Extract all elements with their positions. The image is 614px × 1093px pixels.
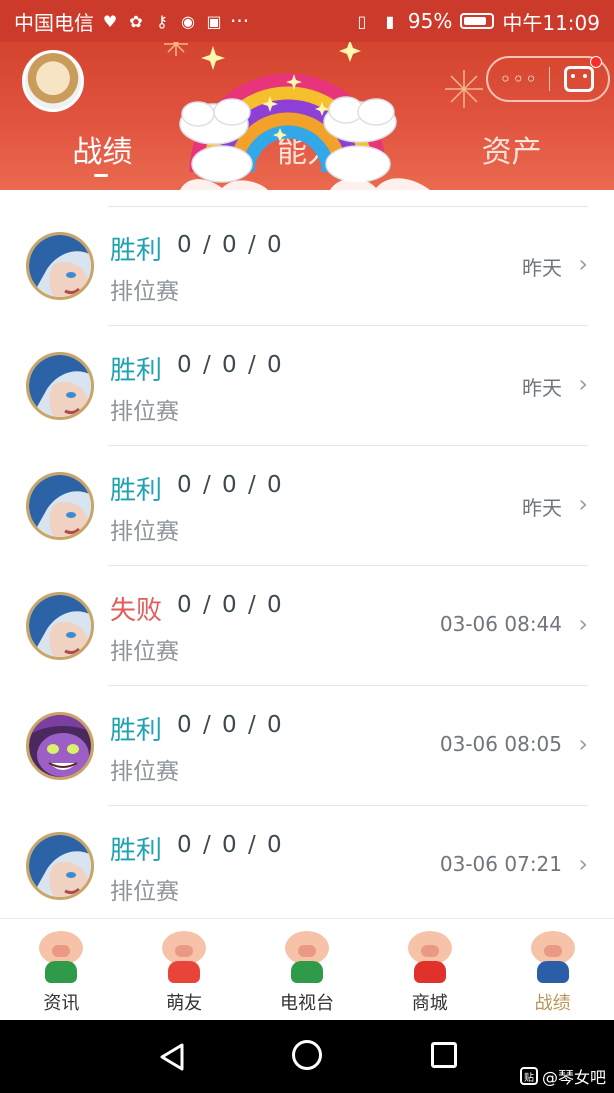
match-kda: 0 / 0 / 0 [177,592,284,618]
battery-icon [460,13,495,29]
match-row[interactable]: 胜利 0 / 0 / 0 排位赛 03-06 08:05 › [0,686,614,806]
more-notifications-icon: ··· [230,9,250,33]
health-heart-icon: ♥ [102,11,118,31]
chevron-right-icon: › [578,730,588,758]
match-time: 昨天 [522,496,562,520]
match-row[interactable]: 胜利 0 / 0 / 0 排位赛 昨天 › [0,206,614,326]
match-result: 胜利 [110,836,163,866]
pig-shop-icon [402,929,458,985]
chevron-right-icon: › [578,490,588,518]
tieba-logo-icon: 贴 [520,1067,538,1085]
nav-label: 商城 [411,993,448,1014]
match-row[interactable]: 胜利 0 / 0 / 0 排位赛 昨天 › [0,446,614,566]
hero-avatar [26,712,94,780]
watermark-text: @琴女吧 [542,1068,607,1087]
match-result: 胜利 [110,716,163,746]
nav-label: 战绩 [534,993,571,1014]
chevron-right-icon: › [578,850,588,878]
nav-friends[interactable]: 萌友 [123,919,246,1020]
nav-label: 萌友 [166,993,203,1014]
signal-icon: ▮ [385,11,395,31]
nav-tv[interactable]: 电视台 [246,919,369,1020]
battery-percent: 95% [407,9,453,33]
match-time: 昨天 [522,376,562,400]
nav-shop[interactable]: 商城 [368,919,491,1020]
match-mode: 排位赛 [110,519,179,545]
recent-apps-icon[interactable] [431,1042,457,1068]
match-result: 胜利 [110,236,163,266]
clock: 中午11:09 [502,10,600,35]
app-header: ◦◦◦ 战绩 能力 资产 [0,42,614,190]
bottom-nav: 资讯 萌友 电视台 商城 战绩 [0,918,614,1020]
match-mode: 排位赛 [110,639,179,665]
chevron-right-icon: › [578,370,588,398]
match-result: 失败 [110,596,163,626]
status-bar: 中国电信 ♥ ✿ ⚷ ◉ ▣ ··· ▯ ▮ 95% 中午11:09 [0,0,614,42]
match-kda: 0 / 0 / 0 [177,232,284,258]
chevron-right-icon: › [578,610,588,638]
match-row[interactable]: 胜利 0 / 0 / 0 排位赛 昨天 › [0,326,614,446]
key-icon: ⚷ [156,11,168,31]
match-result: 胜利 [110,476,163,506]
match-time: 03-06 07:21 [439,852,562,876]
home-circle-icon[interactable] [292,1040,322,1070]
vibrate-icon: ▯ [357,11,367,31]
match-mode: 排位赛 [110,399,179,425]
match-mode: 排位赛 [110,879,179,905]
match-result: 胜利 [110,356,163,386]
match-time: 03-06 08:05 [439,732,562,756]
hero-avatar [26,232,94,300]
match-mode: 排位赛 [110,279,179,305]
match-kda: 0 / 0 / 0 [177,712,284,738]
match-kda: 0 / 0 / 0 [177,832,284,858]
match-kda: 0 / 0 / 0 [177,472,284,498]
match-row[interactable]: 失败 0 / 0 / 0 排位赛 03-06 08:44 › [0,566,614,686]
pig-friends-icon [156,929,212,985]
watermark: 贴 @琴女吧 [520,1064,606,1088]
hero-avatar [26,352,94,420]
rainbow-decoration [164,42,483,190]
hero-avatar [26,832,94,900]
carrier-label: 中国电信 [14,10,94,35]
match-time: 昨天 [522,256,562,280]
nav-record[interactable]: 战绩 [491,919,614,1020]
book-icon: ▣ [206,11,222,31]
pig-record-icon [525,929,581,985]
chevron-right-icon: › [578,250,588,278]
hero-avatar [26,472,94,540]
match-kda: 0 / 0 / 0 [177,352,284,378]
hero-avatar [26,592,94,660]
nav-label: 资讯 [43,993,80,1014]
pig-tv-icon [279,929,335,985]
nav-news[interactable]: 资讯 [0,919,123,1020]
location-pin-icon: ◉ [181,11,195,31]
wechat-icon: ✿ [129,11,143,31]
pig-news-icon [33,929,89,985]
back-triangle-icon[interactable] [158,1042,186,1072]
match-mode: 排位赛 [110,759,179,785]
match-row[interactable]: 胜利 0 / 0 / 0 排位赛 03-06 07:21 › [0,806,614,926]
nav-label: 电视台 [279,993,334,1014]
match-time: 03-06 08:44 [439,612,562,636]
